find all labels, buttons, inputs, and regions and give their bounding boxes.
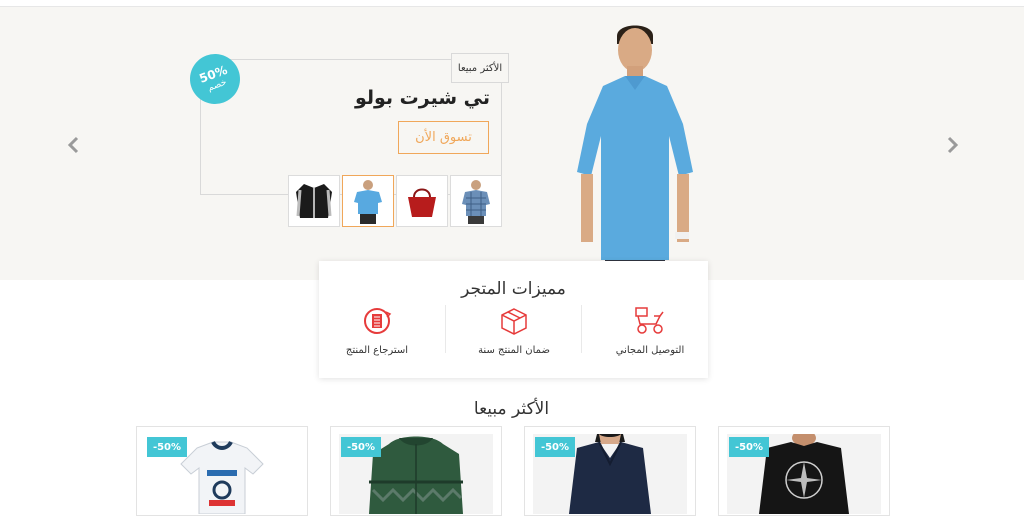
- polo-thumb-image: [354, 180, 382, 224]
- feature-divider: [581, 305, 582, 353]
- thumbnail-polo-shirt[interactable]: [342, 175, 394, 227]
- shirt-thumb-image: [462, 180, 490, 224]
- features-title: مميزات المتجر: [461, 279, 566, 299]
- product-card[interactable]: -50%: [330, 426, 502, 516]
- feature-label: استرجاع المنتج: [345, 345, 409, 356]
- shop-now-button[interactable]: تسوق الأن: [398, 121, 489, 154]
- product-card[interactable]: -50%: [136, 426, 308, 516]
- feature-returns: استرجاع المنتج: [312, 305, 442, 365]
- thumbnail-jacket[interactable]: [288, 175, 340, 227]
- product-title: تي شيرت بولو: [354, 87, 490, 109]
- thumbnail-handbag[interactable]: [396, 175, 448, 227]
- feature-label: التوصيل المجاني: [615, 345, 685, 356]
- scooter-icon: [634, 305, 666, 337]
- best-sellers-grid: -50% -50% -50% -50%: [136, 426, 892, 516]
- chevron-left-icon: [67, 136, 79, 154]
- jacket-thumb-image: [296, 184, 332, 218]
- discount-badge: -50%: [729, 437, 769, 457]
- chevron-right-icon: [947, 136, 959, 154]
- thumbnail-checkered-shirt[interactable]: [450, 175, 502, 227]
- slider-prev-button[interactable]: [64, 135, 84, 155]
- best-sellers-title: الأكثر مبيعا: [473, 399, 550, 419]
- return-icon: [361, 305, 393, 337]
- slider-next-button[interactable]: [942, 135, 962, 155]
- feature-label: ضمان المنتج سنة: [478, 345, 550, 356]
- model-image: [577, 25, 693, 280]
- product-card[interactable]: -50%: [718, 426, 890, 516]
- feature-divider: [445, 305, 446, 353]
- discount-badge: -50%: [147, 437, 187, 457]
- discount-badge: -50%: [341, 437, 381, 457]
- best-seller-tag: الأكثر مبيعا: [451, 53, 509, 83]
- feature-free-delivery: التوصيل المجاني: [585, 305, 715, 365]
- box-icon: [498, 305, 530, 337]
- hero-slider: الأكثر مبيعا 50% خصم تي شيرت بولو تسوق ا…: [0, 7, 1024, 280]
- store-features-card: مميزات المتجر التوصيل المجاني ضمان المنت…: [319, 261, 708, 378]
- feature-warranty: ضمان المنتج سنة: [449, 305, 579, 365]
- product-card[interactable]: -50%: [524, 426, 696, 516]
- thumbnail-strip: [288, 175, 502, 227]
- discount-badge: -50%: [535, 437, 575, 457]
- handbag-thumb-image: [408, 188, 436, 217]
